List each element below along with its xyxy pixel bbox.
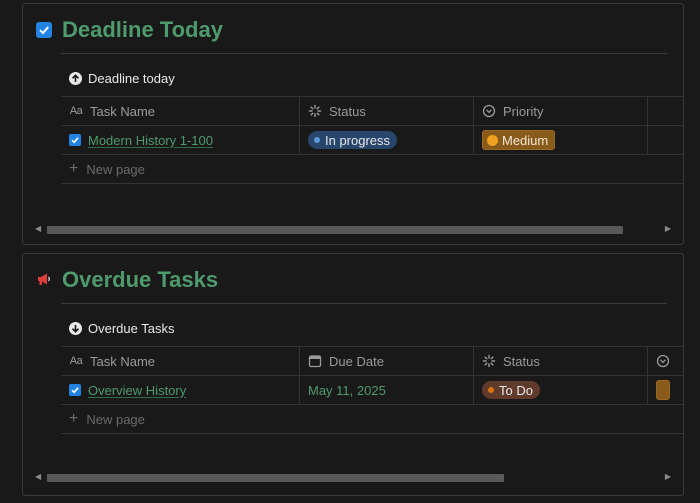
calendar-icon: [308, 354, 322, 368]
column-header-status[interactable]: Status: [300, 97, 474, 125]
table-row[interactable]: Modern History 1-100 In progress Medium: [61, 126, 683, 155]
arrow-down-circle-icon: [69, 322, 82, 335]
section-title: Deadline Today: [62, 17, 223, 42]
new-page-label: New page: [86, 161, 145, 177]
checkbox-checked-icon[interactable]: [69, 134, 81, 146]
scrollbar-thumb[interactable]: [47, 226, 623, 234]
status-dot: [314, 137, 320, 143]
column-header-priority[interactable]: [648, 347, 683, 375]
new-page-button[interactable]: + New page: [61, 405, 683, 433]
deadline-today-section: Deadline Today Deadline today Aa Task Na…: [22, 3, 684, 245]
status-label: To Do: [499, 382, 533, 398]
text-property-icon: Aa: [69, 105, 83, 117]
tasks-table: Aa Task Name Due Date Status Overview Hi…: [61, 346, 683, 434]
column-header-task-name[interactable]: Aa Task Name: [61, 97, 300, 125]
text-property-icon: Aa: [69, 355, 83, 367]
priority-cell[interactable]: Medium: [474, 126, 648, 154]
priority-badge-clipped: [656, 380, 670, 400]
scroll-left-icon[interactable]: ◀: [35, 472, 41, 481]
new-page-label: New page: [86, 411, 145, 427]
divider: [61, 53, 667, 54]
column-label: Task Name: [90, 103, 156, 119]
due-date-value: May 11, 2025: [308, 382, 386, 398]
divider: [61, 303, 667, 304]
column-label: Status: [503, 353, 540, 369]
column-header-priority[interactable]: Priority: [474, 97, 648, 125]
new-page-button[interactable]: + New page: [61, 155, 683, 183]
priority-badge: Medium: [482, 130, 556, 150]
column-label: Task Name: [90, 353, 156, 369]
status-badge: In progress: [308, 131, 398, 149]
arrow-up-circle-icon: [69, 72, 82, 85]
scroll-right-icon[interactable]: ▶: [665, 224, 671, 233]
table-header-row: Aa Task Name Due Date Status: [61, 346, 683, 376]
plus-icon: +: [69, 410, 79, 427]
task-name-cell[interactable]: Overview History: [61, 376, 300, 404]
priority-label: Medium: [502, 132, 549, 148]
overdue-tasks-section: Overdue Tasks Overdue Tasks Aa Task Name…: [22, 253, 684, 496]
column-header-task-name[interactable]: Aa Task Name: [61, 347, 300, 375]
status-property-icon: [308, 104, 322, 118]
select-property-icon: [656, 354, 670, 368]
column-header-status[interactable]: Status: [474, 347, 648, 375]
status-dot: [488, 387, 494, 393]
task-name-cell[interactable]: Modern History 1-100: [61, 126, 300, 154]
table-header-row: Aa Task Name Status Priority: [61, 96, 683, 126]
scrollbar-thumb[interactable]: [47, 474, 504, 482]
view-title-label: Overdue Tasks: [88, 321, 175, 336]
tasks-table: Aa Task Name Status Priority Modern Hist…: [61, 96, 683, 184]
extra-cell: [648, 126, 683, 154]
table-row[interactable]: Overview History May 11, 2025 To Do: [61, 376, 683, 405]
status-cell[interactable]: In progress: [300, 126, 474, 154]
plus-icon: +: [69, 160, 79, 177]
checkbox-icon: [36, 22, 52, 38]
column-header-due-date[interactable]: Due Date: [300, 347, 474, 375]
new-page-row[interactable]: + New page: [61, 405, 683, 434]
horizontal-scrollbar[interactable]: ◀ ▶: [35, 222, 671, 238]
extra-column: [648, 97, 683, 125]
column-label: Status: [329, 103, 366, 119]
horizontal-scrollbar[interactable]: ◀ ▶: [35, 470, 671, 486]
priority-dot: [487, 134, 498, 146]
status-label: In progress: [325, 132, 391, 148]
view-title[interactable]: Deadline today: [69, 71, 175, 86]
status-cell[interactable]: To Do: [474, 376, 648, 404]
section-title: Overdue Tasks: [62, 267, 219, 292]
task-link[interactable]: Overview History: [88, 383, 186, 398]
priority-cell[interactable]: [648, 376, 683, 404]
scroll-left-icon[interactable]: ◀: [35, 224, 41, 233]
status-badge: To Do: [482, 381, 540, 399]
status-property-icon: [482, 354, 496, 368]
select-property-icon: [482, 104, 496, 118]
scroll-right-icon[interactable]: ▶: [665, 472, 671, 481]
checkbox-checked-icon[interactable]: [69, 384, 81, 396]
column-label: Due Date: [329, 353, 384, 369]
column-label: Priority: [503, 103, 544, 119]
view-title[interactable]: Overdue Tasks: [69, 321, 174, 336]
due-date-cell[interactable]: May 11, 2025: [300, 376, 474, 404]
new-page-row[interactable]: + New page: [61, 155, 683, 184]
megaphone-icon: [36, 271, 52, 287]
task-link[interactable]: Modern History 1-100: [88, 133, 213, 148]
view-title-label: Deadline today: [88, 71, 175, 86]
